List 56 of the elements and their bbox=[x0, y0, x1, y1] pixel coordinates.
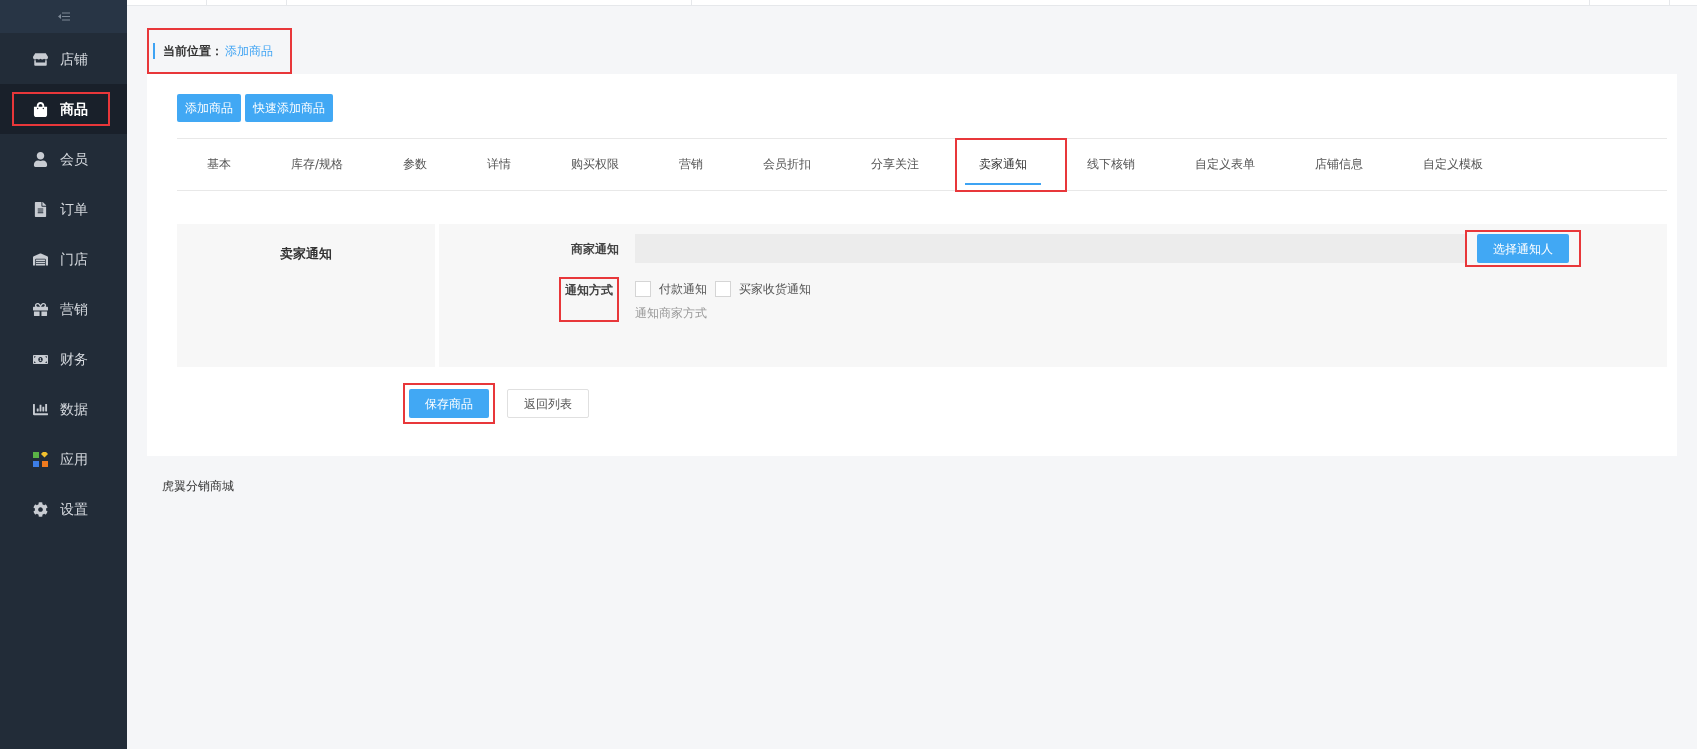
store-icon bbox=[33, 51, 48, 67]
checkbox-label: 买家收货通知 bbox=[739, 281, 811, 298]
user-icon bbox=[33, 151, 48, 167]
sidebar-label: 商品 bbox=[60, 99, 88, 119]
settings-icon bbox=[33, 501, 48, 517]
checkbox-label: 付款通知 bbox=[659, 281, 707, 298]
sidebar-label: 财务 bbox=[60, 349, 88, 369]
tab[interactable]: 自定义模板 bbox=[1409, 145, 1498, 185]
sidebar-label: 设置 bbox=[60, 499, 88, 519]
sidebar-item[interactable]: 店铺 bbox=[0, 34, 127, 84]
tab[interactable]: 线下核销 bbox=[1073, 145, 1150, 185]
shop-icon bbox=[33, 251, 48, 267]
sidebar-label: 会员 bbox=[60, 149, 88, 169]
sidebar-item[interactable]: 设置 bbox=[0, 484, 127, 534]
sidebar-item[interactable]: 订单 bbox=[0, 184, 127, 234]
checkbox[interactable] bbox=[635, 281, 651, 297]
sidebar-label: 订单 bbox=[60, 199, 88, 219]
footer-text: 虎翼分销商城 bbox=[162, 479, 234, 493]
sidebar-label: 应用 bbox=[60, 449, 88, 469]
sidebar-item[interactable]: 数据 bbox=[0, 384, 127, 434]
collapse-bar[interactable] bbox=[0, 0, 127, 33]
sidebar-item[interactable]: 商品 bbox=[0, 84, 127, 134]
field-label: 通知方式 bbox=[559, 277, 619, 322]
breadcrumb-label: 当前位置： bbox=[163, 43, 223, 60]
apps-icon bbox=[33, 451, 48, 467]
tab[interactable]: 购买权限 bbox=[557, 145, 634, 185]
tab[interactable]: 基本 bbox=[193, 145, 245, 185]
section-title: 卖家通知 bbox=[280, 245, 332, 263]
tab[interactable]: 卖家通知 bbox=[965, 145, 1042, 185]
sidebar-item[interactable]: 门店 bbox=[0, 234, 127, 284]
input-field[interactable] bbox=[635, 234, 1465, 263]
sidebar-label: 门店 bbox=[60, 249, 88, 269]
tab[interactable]: 参数 bbox=[389, 145, 442, 185]
collapse-menu-icon bbox=[57, 12, 70, 21]
sidebar-item[interactable]: 会员 bbox=[0, 134, 127, 184]
back-button[interactable]: 返回列表 bbox=[507, 389, 589, 418]
sidebar-item[interactable]: 应用 bbox=[0, 434, 127, 484]
field-hint: 通知商家方式 bbox=[635, 305, 708, 322]
field-label: 商家通知 bbox=[570, 240, 620, 258]
sidebar-label: 数据 bbox=[60, 399, 88, 419]
sidebar-label: 店铺 bbox=[60, 49, 88, 69]
bar-chart-icon bbox=[33, 401, 48, 417]
tab[interactable]: 营销 bbox=[665, 145, 718, 185]
checkbox[interactable] bbox=[715, 281, 731, 297]
tab[interactable]: 库存/规格 bbox=[277, 145, 358, 185]
tab[interactable]: 会员折扣 bbox=[749, 145, 826, 185]
sidebar-label: 营销 bbox=[60, 299, 88, 319]
document-icon bbox=[33, 201, 48, 217]
sidebar-item[interactable]: 财务 bbox=[0, 334, 127, 384]
sidebar-item[interactable]: 营销 bbox=[0, 284, 127, 334]
tab[interactable]: 店铺信息 bbox=[1301, 145, 1378, 185]
bag-icon bbox=[33, 101, 48, 117]
tab[interactable]: 详情 bbox=[473, 145, 526, 185]
tab[interactable]: 分享关注 bbox=[857, 145, 934, 185]
gift-icon bbox=[33, 301, 48, 317]
tab[interactable]: 自定义表单 bbox=[1181, 145, 1270, 185]
